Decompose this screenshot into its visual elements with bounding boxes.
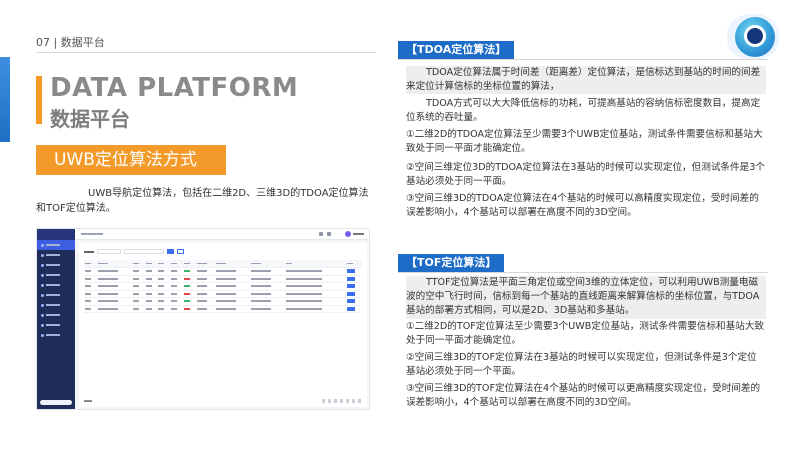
sidebar-item <box>37 270 75 280</box>
sidebar-item <box>37 310 75 320</box>
sidebar-item <box>37 320 75 330</box>
tof-paragraph-4: ③空间三维3D的TOF定位算法在4个基站的时候可以更高精度实现定位，受时间差的误… <box>406 383 761 409</box>
tdoa-paragraph-3: ①二维2D的TDOA定位算法至少需要3个UWB定位基站，测试条件需要信标和基站大… <box>406 129 763 155</box>
tdoa-paragraph-4: ②空间三维定位3D的TDOA定位算法在3基站的时候可以实现定位，但测试条件是3个… <box>406 162 765 188</box>
tdoa-tag: 【TDOA定位算法】 <box>398 41 515 59</box>
tdoa-paragraph-5: ③空间三维3D的TDOA定位算法在4个基站的时候可以高精度实现定位，受时间差的误… <box>406 193 759 219</box>
tof-paragraph-3: ②空间三维3D的TOF定位算法在3基站的时候可以实现定位，但测试条件是3个定位基… <box>406 352 757 378</box>
expand-icon <box>319 232 323 236</box>
screenshot-pagination <box>84 399 362 403</box>
sidebar-search <box>40 400 72 405</box>
screenshot-table <box>84 260 362 313</box>
sidebar-item <box>37 300 75 310</box>
sidebar-item <box>37 290 75 300</box>
intro-text: UWB导航定位算法，包括在二维2D、三维3D的TDOA定位算法和TOF定位算法。 <box>36 188 369 214</box>
page-title-en: DATA PLATFORM <box>50 73 299 103</box>
screenshot-sidebar <box>37 229 75 409</box>
title-accent-bar <box>36 76 42 124</box>
platform-screenshot <box>36 228 370 410</box>
location-pin-icon <box>744 25 766 47</box>
tof-paragraph-1: TTOF定位算法是平面三角定位或空间3维的立体定位，可以利用UWB测量电磁波的空… <box>406 276 766 319</box>
tdoa-paragraph-1: TDOA定位算法属于时间差（距离差）定位算法，是信标达到基站的时间的间差来定位计… <box>406 66 766 95</box>
screenshot-filter <box>84 249 184 254</box>
page-title-cn: 数据平台 <box>50 107 130 131</box>
tof-divider <box>398 272 768 273</box>
sidebar-item <box>37 280 75 290</box>
screenshot-topbar <box>75 229 369 240</box>
tof-paragraph-2: ①二维2D的TOF定位算法至少需要3个UWB定位基站，测试条件需要信标和基站大致… <box>406 321 765 347</box>
grid-icon <box>327 232 331 236</box>
screenshot-logo <box>37 229 75 240</box>
avatar <box>345 231 351 237</box>
sidebar-item <box>37 240 75 250</box>
left-accent-bar <box>0 57 10 142</box>
header-divider <box>36 52 376 53</box>
tdoa-paragraph-2: TDOA方式可以大大降低信标的功耗，可提高基站的容纳信标密度数目，提高定位系统的… <box>406 98 761 124</box>
section-tag: UWB定位算法方式 <box>36 145 226 175</box>
sidebar-item <box>37 330 75 340</box>
sidebar-item <box>37 260 75 270</box>
screenshot-panel <box>79 243 367 407</box>
page-header: 07 | 数据平台 <box>36 36 105 49</box>
sidebar-item <box>37 250 75 260</box>
tof-tag: 【TOF定位算法】 <box>398 254 505 272</box>
tdoa-divider <box>398 59 768 60</box>
